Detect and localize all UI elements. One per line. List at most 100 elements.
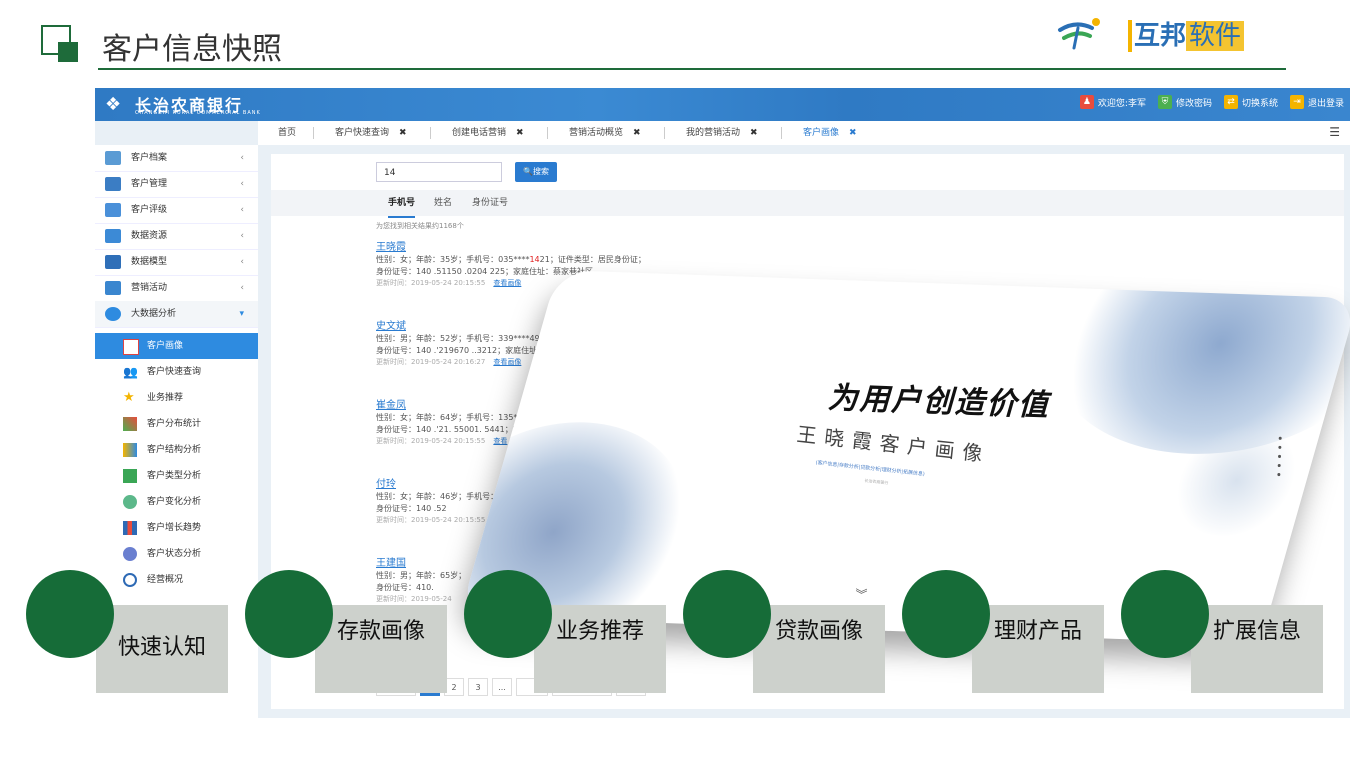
view-portrait-link[interactable]: 查看画像 <box>493 279 521 287</box>
bank-emblem-icon: ❖ <box>105 94 122 115</box>
tab-home[interactable]: 首页 <box>278 121 296 145</box>
feature-label: 快速认知 <box>118 635 207 660</box>
sidebar-sub-status[interactable]: 客户状态分析 <box>95 541 258 567</box>
scatter-icon <box>123 417 137 431</box>
tab-name[interactable]: 姓名 <box>434 190 452 216</box>
tab-phone[interactable]: 手机号 <box>388 190 416 218</box>
sidebar-sub-type[interactable]: 客户类型分析 <box>95 463 258 489</box>
view-portrait-link[interactable]: 查看画像 <box>493 358 521 366</box>
close-icon[interactable]: ✖ <box>516 128 524 138</box>
chevron-left-icon: ‹ <box>240 153 244 163</box>
feature-extended-info: 扩展信息 <box>1121 570 1350 695</box>
disc-icon <box>123 547 137 561</box>
feature-business-recommend: 业务推荐 <box>464 570 694 695</box>
sidebar-item-data-model[interactable]: 数据模型 ‹ <box>95 249 258 276</box>
file-icon <box>105 151 121 165</box>
brand-logo: 互邦 软件 <box>1056 14 1256 56</box>
feature-circle <box>1121 570 1209 658</box>
sidebar-sub-growth[interactable]: 客户增长趋势 <box>95 515 258 541</box>
feature-circle <box>683 570 771 658</box>
title-underline <box>98 68 1286 70</box>
chart-icon <box>105 255 121 269</box>
portrait-subtitle: (客户信息|存款分析|贷款分析|理财分析|拓展信息) <box>815 459 926 478</box>
sidebar-item-marketing[interactable]: 营销活动 ‹ <box>95 275 258 302</box>
sidebar-sub-distribution[interactable]: 客户分布统计 <box>95 411 258 437</box>
tab-divider <box>430 127 431 139</box>
record-info: 性别：女；年龄：35岁；手机号：035****1421；证件类型：居民身份证； <box>376 255 646 264</box>
customer-name-link[interactable]: 王晓霞 <box>376 238 896 254</box>
caret-down-icon: ▾ <box>239 309 244 319</box>
tab-divider <box>781 127 782 139</box>
structure-icon <box>123 443 137 457</box>
tab-my-campaigns[interactable]: 我的营销活动 ✖ <box>686 121 758 145</box>
rating-icon <box>105 203 121 217</box>
search-input[interactable]: 14 <box>376 162 502 182</box>
sidebar-item-data-resources[interactable]: 数据资源 ‹ <box>95 223 258 250</box>
tab-create-call[interactable]: 创建电话营销 ✖ <box>452 121 524 145</box>
brand-name: 互邦 <box>1134 21 1187 51</box>
portrait-note: 长治农商银行 <box>864 477 889 486</box>
exit-door-icon: ⇥ <box>1289 95 1304 109</box>
database-icon <box>105 229 121 243</box>
sidebar-item-customer-rating[interactable]: 客户评级 ‹ <box>95 197 258 224</box>
tab-campaign-overview[interactable]: 营销活动概览 ✖ <box>569 121 641 145</box>
close-icon[interactable]: ✖ <box>633 128 641 138</box>
switch-system-button[interactable]: ⇄ 切换系统 <box>1223 95 1278 109</box>
top-header: ❖ 长治农商银行 CHANGZHI RURAL COMMERCIAL BANK … <box>95 88 1350 121</box>
feature-circle <box>26 570 114 658</box>
star-icon: ★ <box>123 390 135 405</box>
pie-icon <box>105 307 121 321</box>
calligraphy-slogan: 为用户创造价值 <box>827 380 1051 424</box>
feature-quick-recognition: 快速认知 <box>26 570 256 695</box>
search-button[interactable]: 🔍搜索 <box>515 162 557 182</box>
id-card-icon <box>105 177 121 191</box>
brand-mark-icon <box>1058 18 1100 50</box>
sidebar-sub-change[interactable]: 客户变化分析 <box>95 489 258 515</box>
chevron-left-icon: ‹ <box>240 283 244 293</box>
tab-customer-portrait[interactable]: 客户画像 ✖ <box>785 121 875 147</box>
bar-chart-icon <box>123 521 137 535</box>
sidebar-item-big-data[interactable]: 大数据分析 ▾ <box>95 301 258 328</box>
megaphone-icon <box>105 281 121 295</box>
close-icon[interactable]: ✖ <box>399 128 407 138</box>
sidebar-sub-business-recommend[interactable]: ★ 业务推荐 <box>95 385 258 411</box>
people-icon: 👥 <box>123 365 138 379</box>
sidebar-sub-structure[interactable]: 客户结构分析 <box>95 437 258 463</box>
feature-circle <box>464 570 552 658</box>
sidebar-item-customer-management[interactable]: 客户管理 ‹ <box>95 171 258 198</box>
tab-quick-query[interactable]: 客户快速查询 ✖ <box>335 121 407 145</box>
feature-label: 扩展信息 <box>1213 619 1302 644</box>
tab-id-number[interactable]: 身份证号 <box>472 190 508 216</box>
search-type-tabs: 手机号 姓名 身份证号 <box>271 190 1344 218</box>
close-icon[interactable]: ✖ <box>849 128 857 138</box>
logout-button[interactable]: ⇥ 退出登录 <box>1289 95 1344 109</box>
user-icon: ♟ <box>1079 95 1094 109</box>
bank-en-name: CHANGZHI RURAL COMMERCIAL BANK <box>135 110 261 116</box>
chevron-left-icon: ‹ <box>240 231 244 241</box>
chevron-left-icon: ‹ <box>240 257 244 267</box>
sidebar-item-customer-files[interactable]: 客户档案 ‹ <box>95 145 258 172</box>
change-icon <box>123 495 137 509</box>
feature-label: 存款画像 <box>337 619 426 644</box>
feature-label: 贷款画像 <box>775 619 864 644</box>
view-portrait-link[interactable]: 查看 <box>493 437 507 445</box>
tab-divider <box>664 127 665 139</box>
feature-loan-portrait: 贷款画像 <box>683 570 913 695</box>
feature-label: 业务推荐 <box>556 619 645 644</box>
switch-icon: ⇄ <box>1223 95 1238 109</box>
slide-title: 客户信息快照 <box>102 32 282 67</box>
feature-circle <box>245 570 333 658</box>
feature-circle <box>902 570 990 658</box>
change-password-button[interactable]: ⛨ 修改密码 <box>1157 95 1212 109</box>
shield-icon: ⛨ <box>1157 95 1172 109</box>
brand-suffix: 软件 <box>1186 21 1245 51</box>
welcome-user[interactable]: ♟ 欢迎您:李军 <box>1079 95 1146 109</box>
sidebar-sub-quick-query[interactable]: 👥 客户快速查询 <box>95 359 258 385</box>
menu-list-icon[interactable]: ☰ <box>1329 125 1340 139</box>
page-dots[interactable] <box>1277 436 1283 483</box>
sidebar-sub-customer-portrait[interactable]: 客户画像 <box>95 333 258 359</box>
close-icon[interactable]: ✖ <box>750 128 758 138</box>
tab-divider <box>547 127 548 139</box>
feature-label: 理财产品 <box>994 619 1083 644</box>
tab-divider <box>313 127 314 139</box>
